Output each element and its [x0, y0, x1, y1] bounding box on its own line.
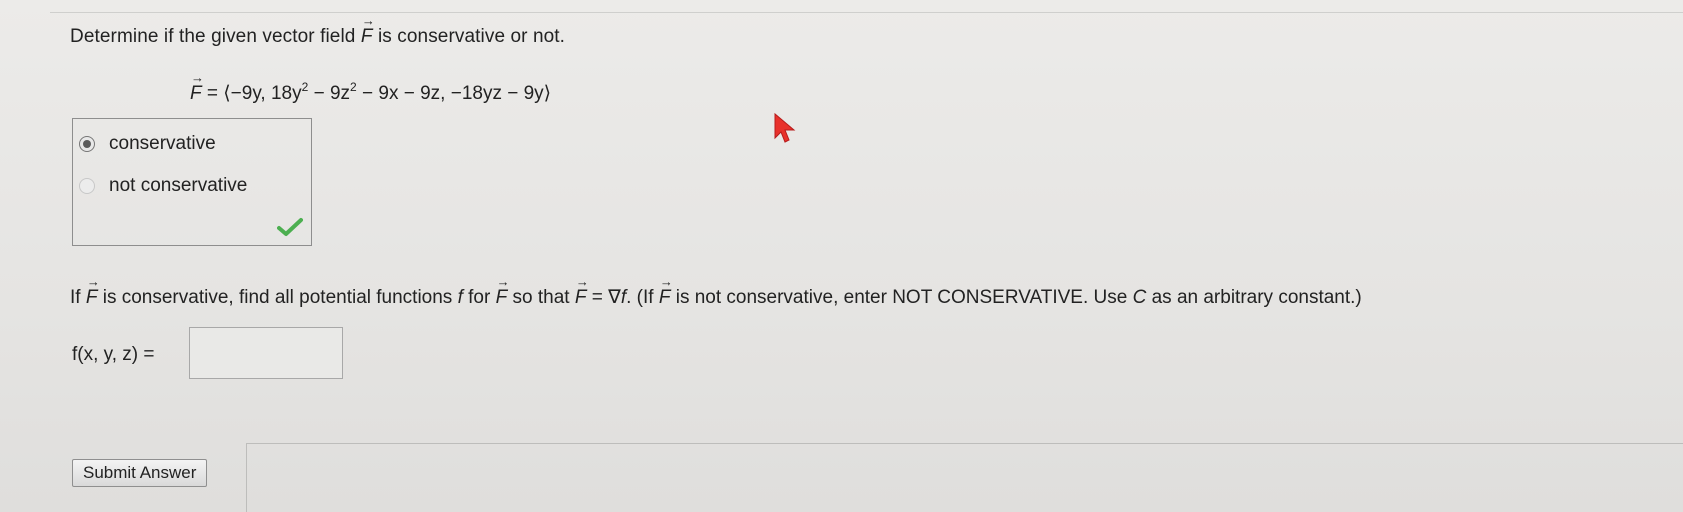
instr-p7: is not conservative, enter NOT CONSERVAT…	[670, 287, 1133, 308]
instr-constant-c: C	[1132, 287, 1147, 308]
footer-divider-vertical	[246, 443, 247, 512]
choice-not-conservative-label: not conservative	[109, 175, 248, 196]
formula-exp2: 2	[350, 80, 357, 94]
instr-vector-f-4: F	[659, 274, 673, 309]
question-prefix: Determine if the given vector field	[70, 26, 361, 47]
question-text: Determine if the given vector field F is…	[70, 13, 566, 48]
answer-choices-box: conservative not conservative	[72, 118, 312, 246]
formula-part3: − 9x − 9z, −18yz − 9y⟩	[356, 83, 552, 104]
choice-not-conservative[interactable]: not conservative	[79, 175, 247, 197]
formula-part2: − 9z	[308, 83, 351, 104]
radio-conservative[interactable]	[79, 136, 95, 152]
instr-vector-f-1: F	[86, 274, 100, 309]
instr-vector-f-3: F	[575, 274, 589, 309]
footer-divider-horizontal	[246, 443, 1683, 444]
formula-lhs: F	[190, 70, 204, 105]
submit-answer-button[interactable]: Submit Answer	[72, 459, 208, 487]
instr-p2: is conservative, find all potential func…	[97, 287, 458, 308]
checkmark-icon	[277, 218, 303, 236]
mouse-pointer-icon	[774, 112, 796, 143]
question-suffix: is conservative or not.	[372, 26, 566, 47]
answer-label: f(x, y, z) =	[72, 344, 155, 365]
instr-vector-f-2: F	[496, 274, 510, 309]
instr-p1: If	[70, 287, 86, 308]
instr-p6: . (If	[626, 287, 659, 308]
radio-not-conservative[interactable]	[79, 178, 95, 194]
vector-f: F	[361, 13, 375, 48]
instr-p4: so that	[507, 287, 575, 308]
instructions-text: If F is conservative, find all potential…	[70, 274, 1362, 309]
formula-part1: = ⟨−9y, 18y	[201, 83, 302, 104]
vector-field-formula: F = ⟨−9y, 18y2 − 9z2 − 9x − 9z, −18yz − …	[190, 70, 552, 105]
instr-p8: as an arbitrary constant.)	[1146, 287, 1362, 308]
top-divider	[50, 12, 1683, 13]
choice-conservative-label: conservative	[109, 133, 216, 154]
instr-p3: for	[462, 287, 496, 308]
potential-function-input[interactable]	[189, 327, 343, 379]
choice-conservative[interactable]: conservative	[79, 133, 216, 155]
instr-p5: = ∇	[586, 287, 621, 308]
page: Determine if the given vector field F is…	[0, 0, 1683, 512]
